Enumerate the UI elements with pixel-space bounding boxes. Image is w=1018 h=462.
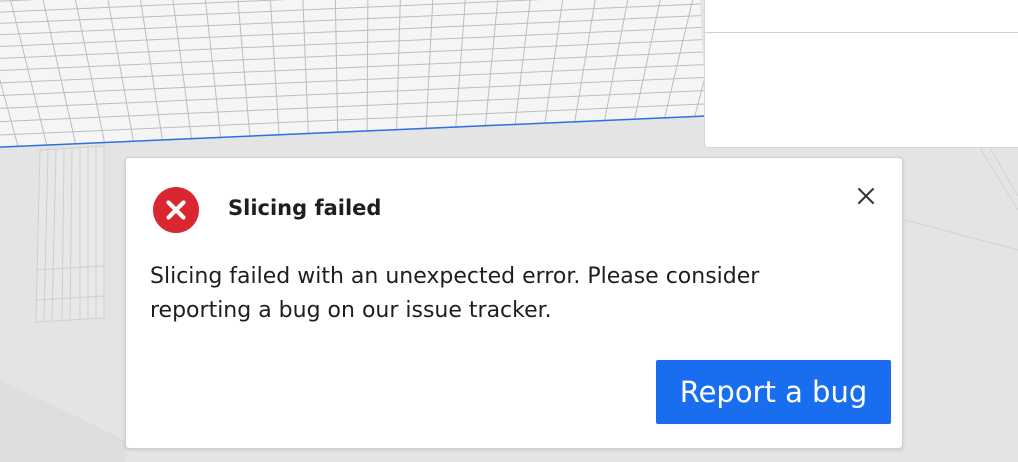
close-icon[interactable] [854, 184, 878, 208]
panel-divider [705, 32, 1018, 33]
notification-title: Slicing failed [228, 196, 382, 220]
wireframe-model [35, 145, 105, 323]
print-settings-panel [704, 0, 1018, 148]
notification-message: Slicing failed with an unexpected error.… [150, 264, 760, 323]
slicing-error-notification: Slicing failed Slicing failed with an un… [125, 157, 903, 449]
error-x-circle-icon [153, 187, 199, 233]
report-bug-button[interactable]: Report a bug [656, 360, 891, 424]
